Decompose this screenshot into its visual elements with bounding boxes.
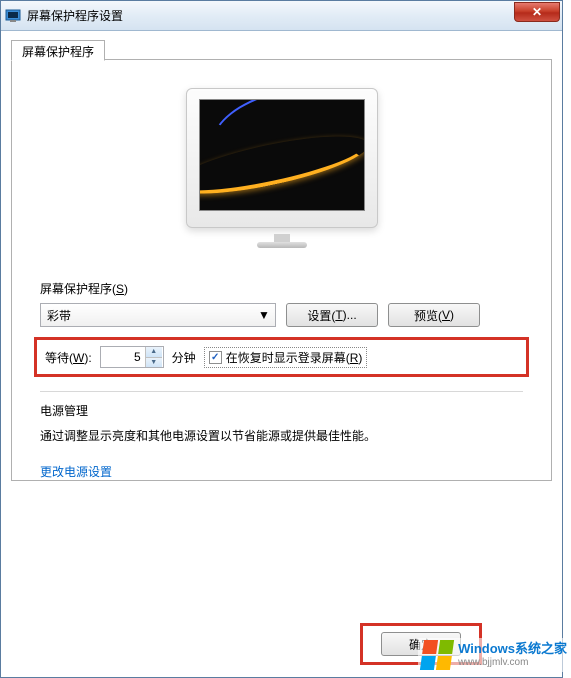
wait-label: 等待(W): xyxy=(45,349,92,366)
preview-screen xyxy=(199,99,365,211)
preview-area xyxy=(12,60,551,268)
monitor-graphic xyxy=(186,88,378,248)
close-button[interactable]: ✕ xyxy=(514,2,560,22)
wait-spinner[interactable]: ▲ ▼ xyxy=(100,346,164,368)
resume-checkbox-wrap[interactable]: ✓ 在恢复时显示登录屏幕(R) xyxy=(204,347,368,368)
settings-button[interactable]: 设置(T)... xyxy=(286,303,378,327)
content-area: 屏幕保护程序 xyxy=(1,31,562,677)
windows-logo-icon xyxy=(420,640,454,670)
preview-button[interactable]: 预览(V) xyxy=(388,303,480,327)
spinner-up[interactable]: ▲ xyxy=(146,347,162,358)
wait-input[interactable] xyxy=(101,347,145,367)
wait-highlight: 等待(W): ▲ ▼ 分钟 ✓ xyxy=(34,337,529,377)
power-settings-link[interactable]: 更改电源设置 xyxy=(40,463,523,480)
watermark-title: Windows系统之家 xyxy=(458,642,567,656)
window-icon xyxy=(5,8,21,24)
power-description: 通过调整显示亮度和其他电源设置以节省能源或提供最佳性能。 xyxy=(40,427,523,445)
window-title: 屏幕保护程序设置 xyxy=(27,7,123,24)
tab-screensaver[interactable]: 屏幕保护程序 xyxy=(11,40,105,61)
tab-panel: 屏幕保护程序 xyxy=(11,59,552,481)
wait-unit: 分钟 xyxy=(172,349,196,366)
power-title: 电源管理 xyxy=(40,402,523,419)
dialog-window: 屏幕保护程序设置 ✕ 屏幕保护程序 xyxy=(0,0,563,678)
screensaver-label: 屏幕保护程序(S) xyxy=(40,280,523,297)
resume-label: 在恢复时显示登录屏幕(R) xyxy=(226,349,363,366)
spinner-down[interactable]: ▼ xyxy=(146,358,162,368)
screensaver-section: 屏幕保护程序(S) 彩带 ▼ 设置(T)... 预览(V) xyxy=(12,280,551,327)
titlebar: 屏幕保护程序设置 ✕ xyxy=(1,1,562,31)
screensaver-dropdown[interactable]: 彩带 ▼ xyxy=(40,303,276,327)
tab-body: 屏幕保护程序 xyxy=(11,59,552,481)
power-section: 电源管理 通过调整显示亮度和其他电源设置以节省能源或提供最佳性能。 更改电源设置 xyxy=(12,392,551,480)
dropdown-value: 彩带 xyxy=(47,307,71,324)
resume-checkbox[interactable]: ✓ xyxy=(209,351,222,364)
chevron-down-icon: ▼ xyxy=(255,306,273,324)
close-icon: ✕ xyxy=(532,5,542,19)
watermark: Windows系统之家 www.bjjmlv.com xyxy=(418,638,571,672)
watermark-url: www.bjjmlv.com xyxy=(458,657,567,668)
